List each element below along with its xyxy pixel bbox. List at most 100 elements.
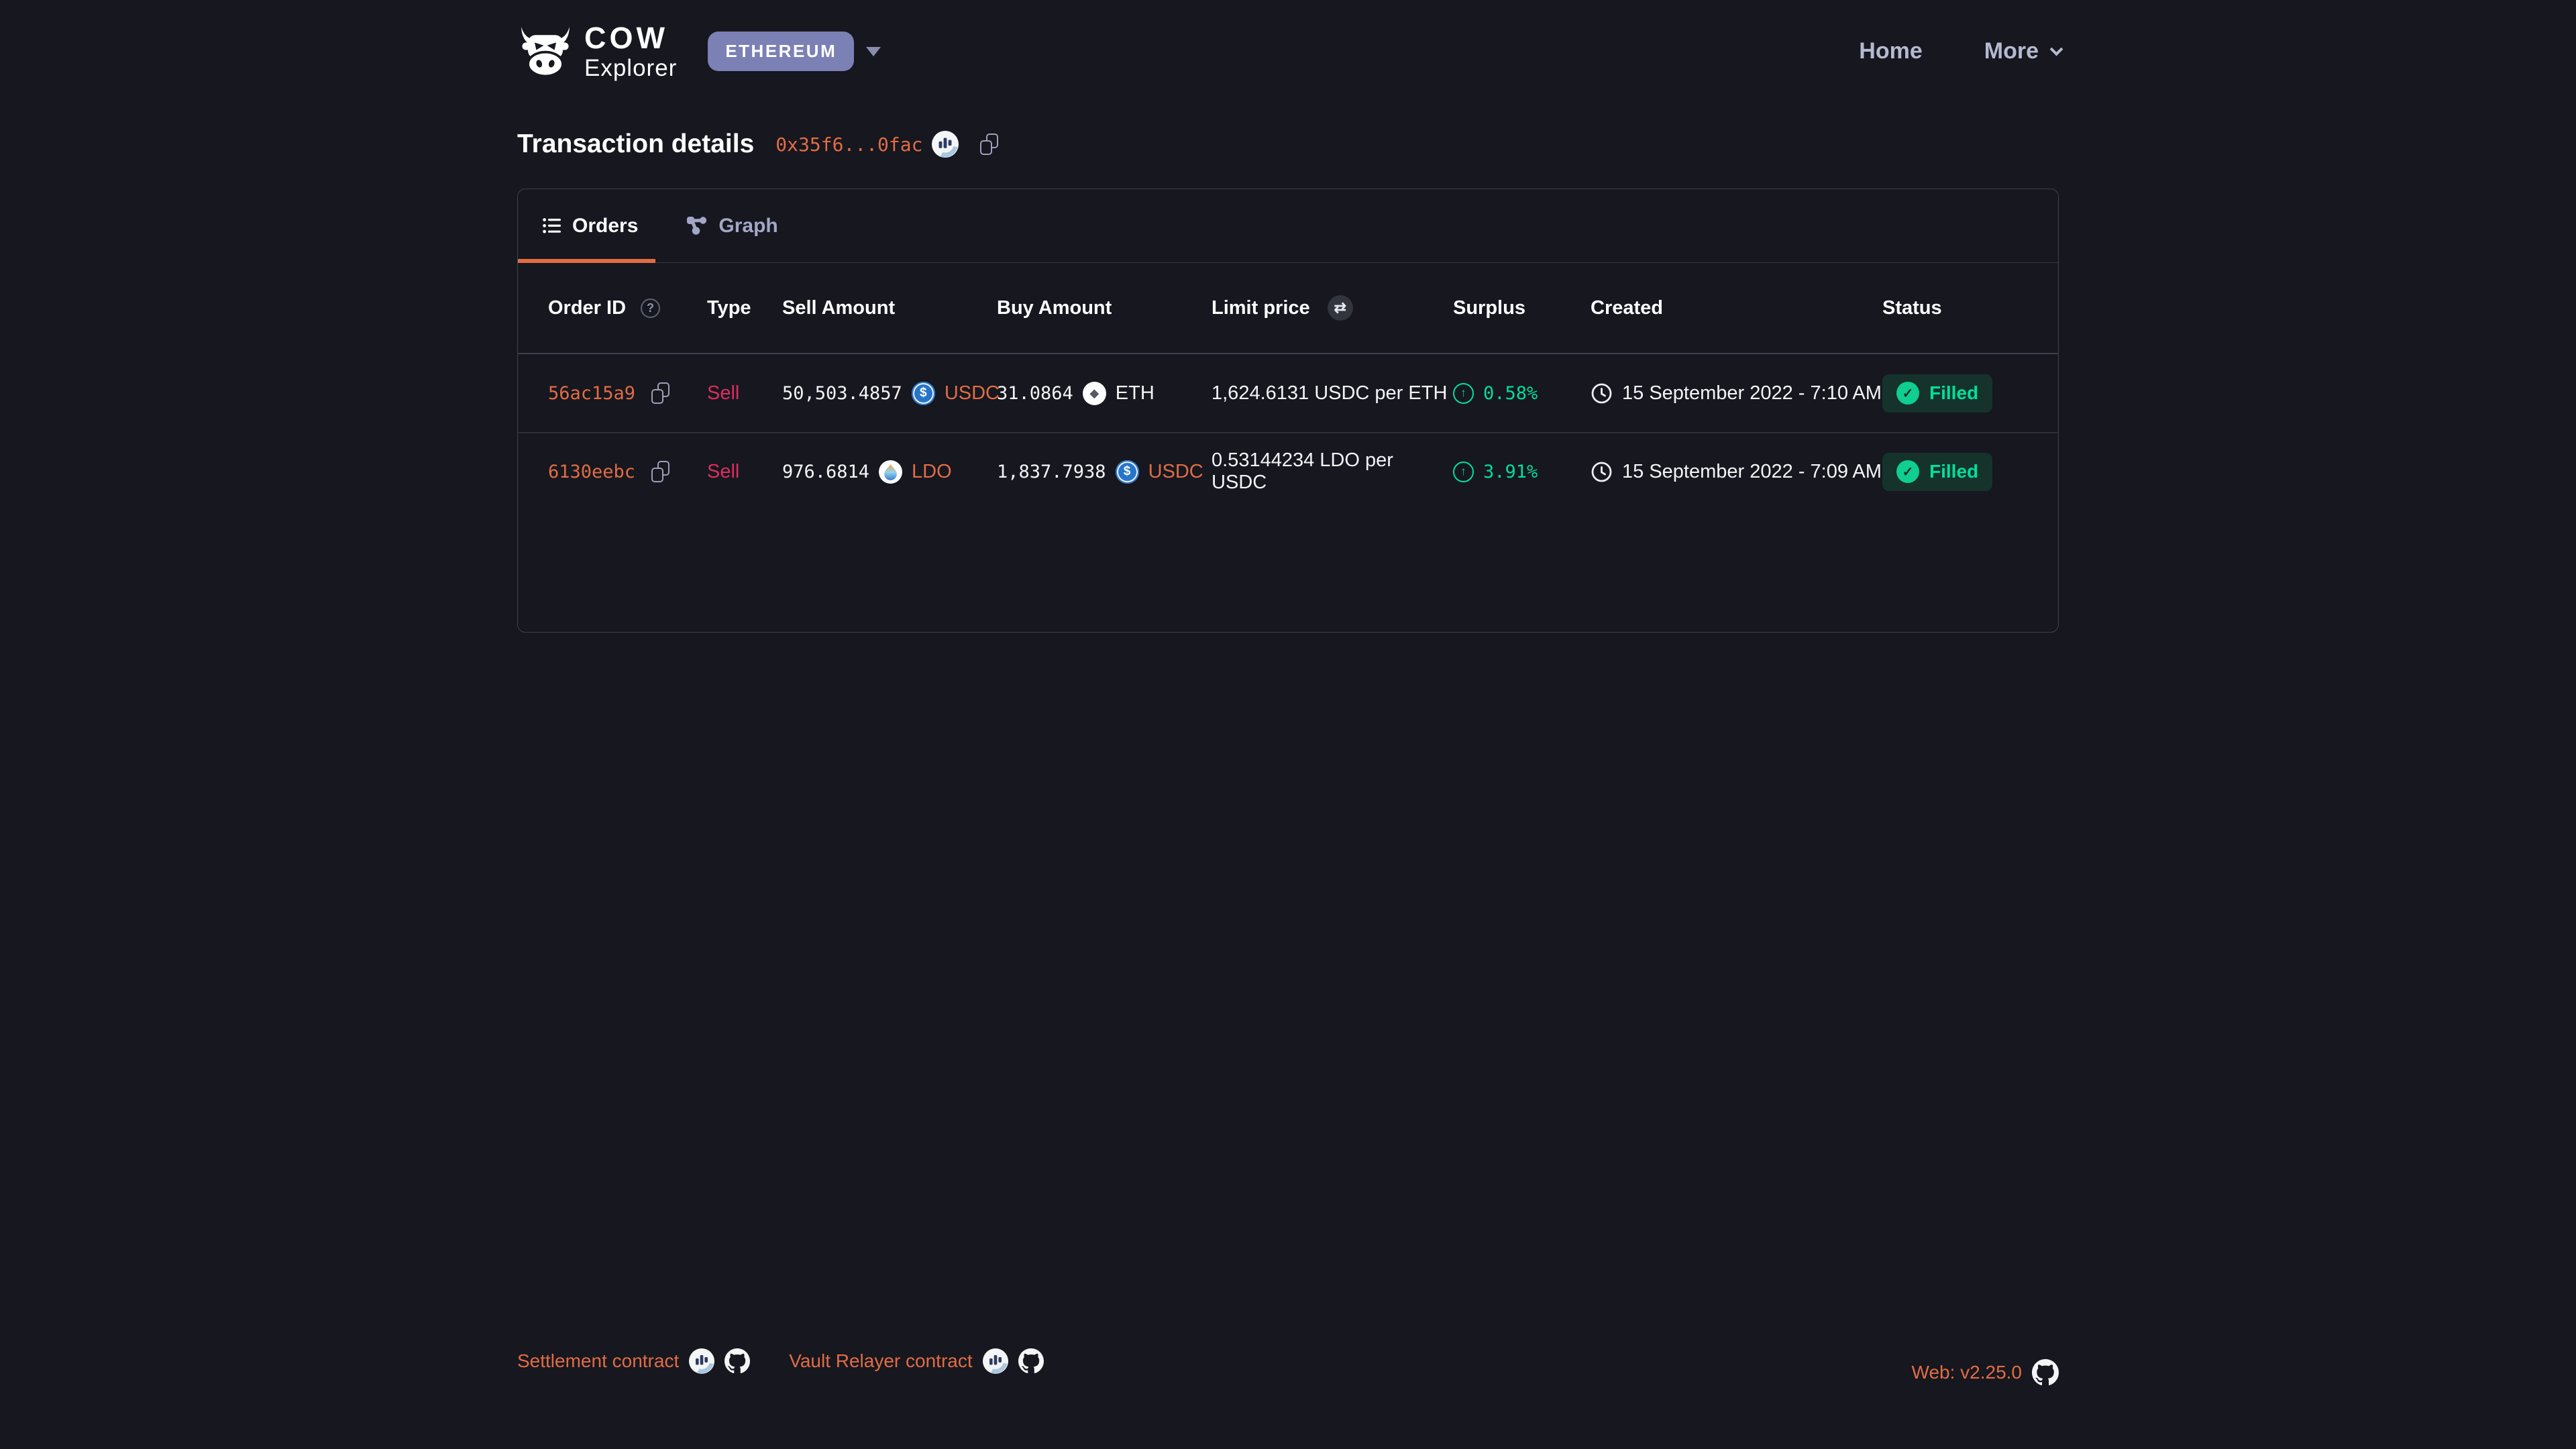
status-label: Filled [1929,461,1978,482]
col-surplus: Surplus [1453,297,1591,319]
help-icon[interactable]: ? [641,299,660,318]
surplus-value: 3.91% [1483,462,1538,482]
limit-price: 1,624.6131 USDC per ETH [1212,382,1447,405]
usdc-token-icon: $ [1116,460,1139,484]
vault-relayer-contract-link[interactable]: Vault Relayer contract [789,1350,972,1372]
network-badge[interactable]: ETHEREUM [708,32,854,71]
graph-icon [686,216,707,235]
chevron-down-icon [866,47,881,56]
status-cell: ✓ Filled [1882,374,2028,413]
sell-amount-cell: 976.6814 LDO [782,460,997,484]
vault-relayer-link-group: Vault Relayer contract [789,1348,1043,1374]
sell-amount-cell: 50,503.4857 $ USDC [782,382,997,405]
table-row: 56ac15a9 Sell 50,503.4857 $ USDC 31.0864… [518,354,2058,432]
logo-text: COW Explorer [584,23,677,80]
sell-amount: 976.6814 [782,462,869,482]
order-id-link[interactable]: 6130eebc [548,462,635,482]
github-icon[interactable] [724,1348,750,1374]
limit-price-cell: 0.53144234 LDO per USDC [1212,449,1453,494]
created-cell: 15 September 2022 - 7:10 AM [1591,382,1882,405]
created-date: 15 September 2022 - 7:09 AM [1622,461,1882,483]
settlement-contract-link[interactable]: Settlement contract [517,1350,679,1372]
status-badge: ✓ Filled [1882,374,1992,413]
page-title: Transaction details [517,129,754,159]
limit-price-cell: 1,624.6131 USDC per ETH [1212,382,1453,405]
tab-graph-label: Graph [718,215,777,237]
order-id-link[interactable]: 56ac15a9 [548,383,635,404]
check-icon: ✓ [1896,460,1919,483]
table-header: Order ID ? Type Sell Amount Buy Amount L… [518,263,2058,354]
nav-more-label: More [1984,38,2039,64]
col-created: Created [1591,297,1882,319]
surplus-cell: ↑ 0.58% [1453,383,1591,404]
buy-token-label: ETH [1116,382,1155,405]
network-selector[interactable]: ETHEREUM [708,32,881,71]
col-buy-amount: Buy Amount [997,297,1212,319]
buy-amount-cell: 31.0864 ◆ ETH [997,382,1212,405]
col-order-id: Order ID ? [548,297,707,319]
surplus-cell: ↑ 3.91% [1453,462,1591,482]
cow-logo-icon [517,25,574,78]
logo-subtitle: Explorer [584,56,677,80]
settlement-contract-link-group: Settlement contract [517,1348,750,1374]
main-content: Transaction details 0x35f6...0fac [517,129,2059,633]
copy-icon[interactable] [651,461,669,482]
footer: Settlement contract Vault Relayer contra… [517,1343,2059,1386]
status-label: Filled [1929,382,1978,404]
swap-price-icon[interactable]: ⇄ [1328,295,1353,321]
etherscan-icon[interactable] [932,131,959,158]
status-badge: ✓ Filled [1882,453,1992,491]
copy-icon[interactable] [980,133,998,155]
chevron-down-icon [2050,42,2063,56]
clock-icon [1591,461,1613,483]
nav-home[interactable]: Home [1859,38,1922,64]
header: COW Explorer ETHEREUM Home More [517,0,2059,80]
col-status: Status [1882,297,2028,319]
col-sell-amount: Sell Amount [782,297,997,319]
nav-more[interactable]: More [1984,38,2059,64]
sell-amount: 50,503.4857 [782,383,902,404]
etherscan-icon[interactable] [689,1348,714,1374]
title-row: Transaction details 0x35f6...0fac [517,129,2059,159]
web-version: Web: v2.25.0 [1912,1362,2022,1383]
order-type: Sell [707,461,739,483]
col-limit-price: Limit price ⇄ [1212,295,1453,321]
col-type: Type [707,297,782,319]
brand: COW Explorer ETHEREUM [517,23,881,80]
footer-links: Settlement contract Vault Relayer contra… [517,1348,1044,1374]
tx-hash-link[interactable]: 0x35f6...0fac [775,133,922,156]
etherscan-icon[interactable] [983,1348,1008,1374]
logo-title: COW [584,23,677,53]
footer-version-group: Web: v2.25.0 [1912,1359,2059,1386]
type-cell: Sell [707,461,782,483]
table-row: 6130eebc Sell 976.6814 [518,432,2058,510]
col-order-id-label: Order ID [548,297,626,319]
usdc-token-icon: $ [912,382,935,405]
tab-orders-label: Orders [572,215,638,237]
check-icon: ✓ [1896,382,1919,405]
sell-token-link[interactable]: LDO [912,461,952,483]
eth-token-icon: ◆ [1083,382,1106,405]
logo[interactable]: COW Explorer [517,23,677,80]
order-type: Sell [707,382,739,405]
type-cell: Sell [707,382,782,405]
sell-token-link[interactable]: USDC [945,382,1000,405]
orders-card: Orders Graph [517,189,2059,633]
tab-orders[interactable]: Orders [518,189,655,262]
buy-amount: 1,837.7938 [997,462,1106,482]
buy-amount-cell: 1,837.7938 $ USDC [997,460,1212,484]
tab-graph[interactable]: Graph [680,189,784,262]
main-nav: Home More [1859,38,2059,64]
created-cell: 15 September 2022 - 7:09 AM [1591,461,1882,483]
clock-icon [1591,382,1613,405]
list-icon [543,217,561,234]
copy-icon[interactable] [651,382,669,404]
tab-bar: Orders Graph [518,189,2058,263]
github-icon[interactable] [1018,1348,1044,1374]
order-id-cell: 56ac15a9 [548,382,707,404]
ldo-token-icon [879,460,902,484]
github-icon[interactable] [2032,1359,2059,1386]
status-cell: ✓ Filled [1882,453,2028,491]
buy-amount: 31.0864 [997,383,1073,404]
buy-token-link[interactable]: USDC [1148,461,1203,483]
